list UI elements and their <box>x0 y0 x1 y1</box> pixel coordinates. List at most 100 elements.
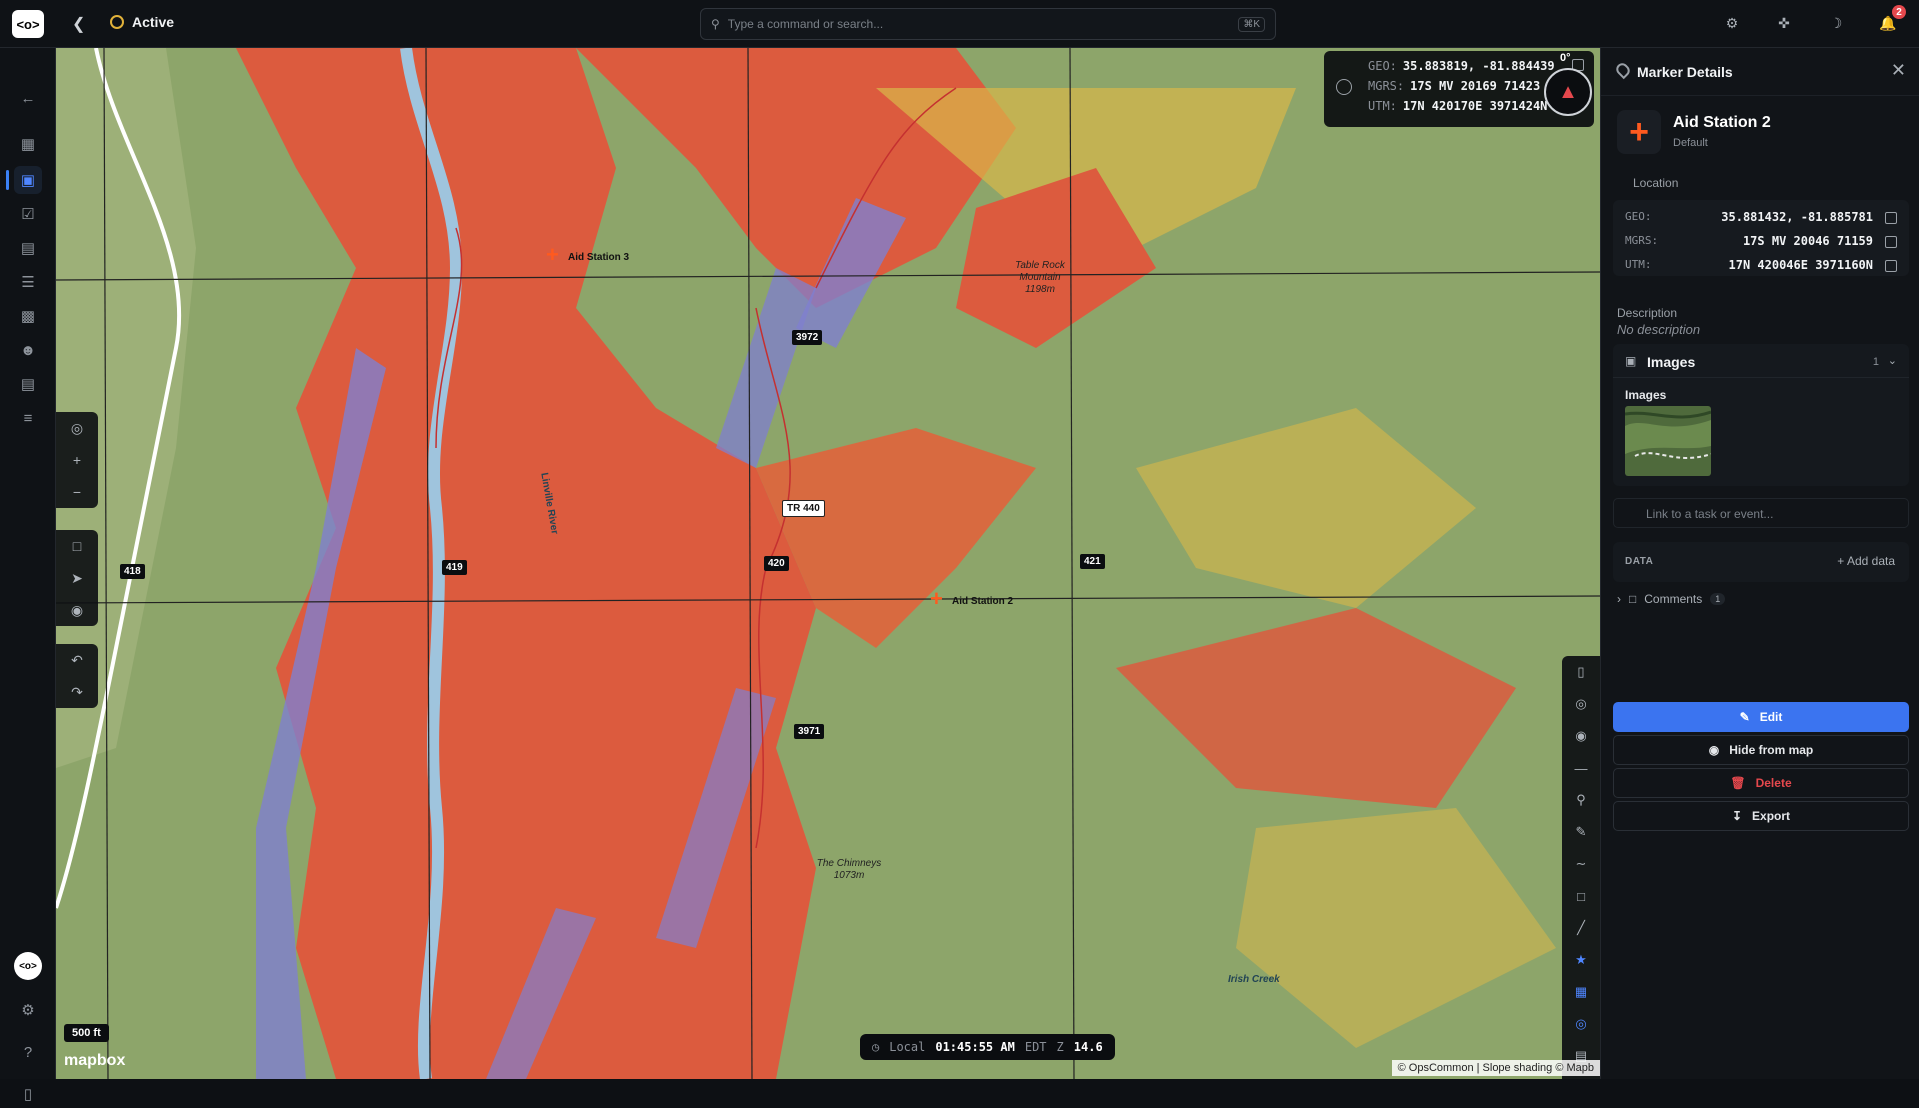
export-button[interactable]: ↧ Export <box>1613 801 1909 831</box>
comments-toggle[interactable]: › □ Comments 1 <box>1617 592 1726 606</box>
clock-label: Local <box>889 1040 926 1054</box>
pencil-icon: ✎ <box>1739 710 1750 724</box>
location-label: Location <box>1633 176 1679 190</box>
search-input[interactable] <box>727 17 1231 31</box>
utm-label: UTM: <box>1625 258 1652 271</box>
creek-label: Irish Creek <box>1228 974 1280 985</box>
dashboard-grid-icon[interactable]: ▦ <box>14 130 42 158</box>
images-section: ▣ Images 1 ⌄ Images <box>1613 344 1909 486</box>
image-icon: ▣ <box>1625 354 1637 368</box>
close-icon[interactable]: ✕ <box>1891 60 1906 81</box>
search-icon: ⚲ <box>711 17 720 31</box>
comments-label: Comments <box>1644 592 1703 606</box>
crosshair-toggle-icon[interactable]: ✜ <box>1773 12 1795 34</box>
add-data-label: Add data <box>1846 554 1895 568</box>
utm-value: 17N 420170E 3971424N <box>1402 99 1548 113</box>
pin-icon[interactable]: ◉ <box>1562 720 1600 752</box>
draw-tools: □ ➤ ◉ <box>56 530 98 626</box>
command-search[interactable]: ⚲ ⌘K <box>700 8 1276 40</box>
hide-from-map-button[interactable]: ◉ Hide from map <box>1613 735 1909 765</box>
comment-icon[interactable]: □ <box>1562 880 1600 912</box>
people-icon[interactable]: ☻ <box>14 336 42 364</box>
pointer-icon[interactable]: ➤ <box>56 562 98 594</box>
marker-aid-station-3[interactable]: + <box>546 244 559 266</box>
grid-layer-icon[interactable]: ▦ <box>1562 976 1600 1008</box>
marker-name[interactable]: Aid Station 2 <box>1673 114 1771 132</box>
settings-icon[interactable]: ⚙ <box>14 996 42 1024</box>
map-canvas[interactable]: 3972 418 419 420 421 3971 TR 440 + Aid S… <box>56 48 1600 1079</box>
zoom-out-icon[interactable]: − <box>56 476 98 508</box>
settings-gear-icon[interactable]: ⚙ <box>1721 12 1743 34</box>
marker-aid-station-2[interactable]: + <box>930 588 943 610</box>
pencil-icon[interactable]: ✎ <box>1562 816 1600 848</box>
crosshair-icon[interactable] <box>1336 79 1352 95</box>
compass-heading: 0° <box>1560 52 1571 64</box>
user-avatar[interactable]: <o> <box>14 952 42 980</box>
collapse-arrow-icon[interactable]: ← <box>14 84 42 112</box>
copy-icon[interactable] <box>1885 212 1897 224</box>
edit-label: Edit <box>1759 710 1783 724</box>
images-header[interactable]: ▣ Images 1 ⌄ <box>1613 344 1909 378</box>
history-tools: ↶ ↷ <box>56 644 98 708</box>
tag-icon[interactable]: ★ <box>1562 944 1600 976</box>
calendar-icon[interactable]: ▤ <box>14 234 42 262</box>
edit-button[interactable]: ✎ Edit <box>1613 702 1909 732</box>
contour-layer-icon[interactable]: ◎ <box>1562 1008 1600 1040</box>
app-logo[interactable]: <o> <box>12 10 44 38</box>
marker-label: Aid Station 2 <box>952 596 1014 607</box>
download-icon: ↧ <box>1731 809 1743 823</box>
clipboard-icon[interactable]: ▤ <box>14 370 42 398</box>
mgrs-label: MGRS: <box>1625 234 1659 247</box>
status-indicator[interactable]: Active <box>110 14 174 30</box>
list-icon[interactable]: ☰ <box>14 268 42 296</box>
description-label: Description <box>1617 306 1678 320</box>
image-thumbnail[interactable] <box>1625 406 1711 476</box>
chevron-down-icon[interactable]: ⌄ <box>1888 354 1897 367</box>
description-text[interactable]: No description <box>1617 322 1700 337</box>
undo-icon[interactable]: ↶ <box>56 644 98 676</box>
zoom-in-icon[interactable]: + <box>56 444 98 476</box>
broadcast-icon[interactable]: ◉ <box>56 594 98 626</box>
map-icon[interactable]: ▣ <box>14 166 42 194</box>
comment-icon[interactable]: □ <box>56 530 98 562</box>
copy-icon[interactable] <box>1885 236 1897 248</box>
data-label: DATA <box>1625 556 1654 567</box>
marker-plus-icon: + <box>1617 110 1661 154</box>
sidebar-toggle-icon[interactable]: ▯ <box>14 1080 42 1108</box>
status-label: Active <box>132 14 175 30</box>
hide-label: Hide from map <box>1729 743 1814 757</box>
line-icon[interactable]: — <box>1562 752 1600 784</box>
map-attribution[interactable]: © OpsCommon | Slope shading © Mapb <box>1391 1060 1600 1076</box>
peak-label: Table Rock Mountain 1198m <box>1000 260 1080 296</box>
path-icon[interactable]: ∼ <box>1562 848 1600 880</box>
clock-icon: ◷ <box>872 1040 880 1054</box>
comments-count: 1 <box>1710 593 1726 605</box>
redo-icon[interactable]: ↷ <box>56 676 98 708</box>
sliders-icon[interactable]: ≡ <box>14 404 42 432</box>
link-task-input[interactable]: Link to a task or event... <box>1613 498 1909 528</box>
panel-header: Marker Details ✕ <box>1601 48 1919 96</box>
analytics-chart-icon[interactable]: ▩ <box>14 302 42 330</box>
thumbnail-image <box>1625 406 1711 476</box>
route-icon[interactable]: ⚲ <box>1562 784 1600 816</box>
add-data-button[interactable]: + Add data <box>1837 554 1895 568</box>
back-arrow-icon[interactable]: ❮ <box>72 14 92 34</box>
help-icon[interactable]: ? <box>14 1038 42 1066</box>
tasks-check-icon[interactable]: ☑ <box>14 200 42 228</box>
target-icon[interactable]: ◎ <box>1562 688 1600 720</box>
notifications-bell-icon[interactable]: 🔔 2 <box>1877 5 1906 34</box>
images-title: Images <box>1647 354 1696 370</box>
delete-button[interactable]: 🗑 Delete <box>1613 768 1909 798</box>
dark-mode-moon-icon[interactable]: ☽ <box>1825 12 1847 34</box>
copy-icon[interactable] <box>1885 260 1897 272</box>
geo-value: 35.881432, -81.885781 <box>1721 210 1873 224</box>
terrain-slope-layer <box>56 48 1600 1079</box>
locate-icon[interactable]: ◎ <box>56 412 98 444</box>
compass-north-icon[interactable]: ▲ <box>1544 68 1592 116</box>
peak-name: Table Rock Mountain <box>1015 260 1065 283</box>
grid-label: 420 <box>764 556 789 571</box>
ruler-icon[interactable]: ╱ <box>1562 912 1600 944</box>
panel-toggle-icon[interactable]: ▯ <box>1562 656 1600 688</box>
north-arrow-icon: ▲ <box>1558 81 1578 103</box>
peak-name: The Chimneys <box>816 858 882 869</box>
